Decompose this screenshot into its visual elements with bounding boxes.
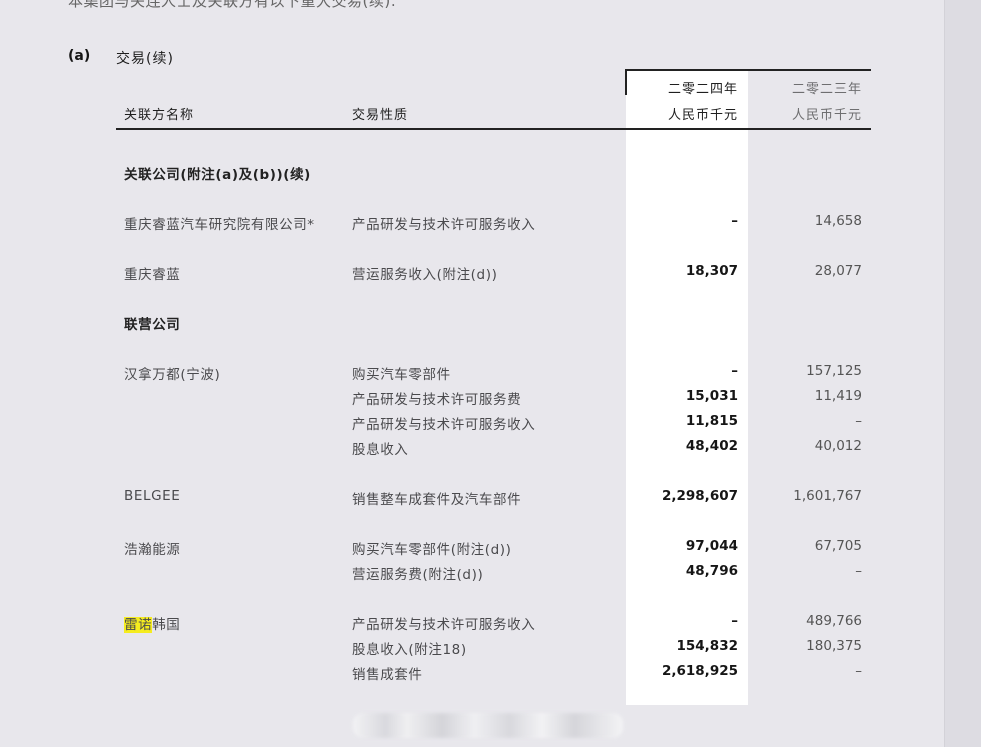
amount-2023: 1,601,767: [793, 488, 862, 504]
amount-2024: 97,044: [685, 538, 738, 554]
party-name-rest: 韩国: [152, 617, 181, 633]
amount-2024: –: [731, 613, 738, 629]
page-edge-shadow: [944, 0, 981, 747]
section-title: 交易(续): [116, 51, 174, 67]
amount-2024: 15,031: [685, 388, 738, 404]
party-name: 重庆睿蓝汽车研究院有限公司*: [124, 217, 315, 233]
header-frame-left-rule: [625, 69, 627, 95]
party-name: 重庆睿蓝: [124, 267, 181, 283]
party-name: 浩瀚能源: [124, 542, 181, 558]
party-name: 汉拿万都(宁波): [124, 367, 221, 383]
amount-2023: –: [855, 563, 862, 579]
document-page: 本集团与关连人士及关联方有以下重大交易(续): (a) 交易(续) 关联方名称 …: [0, 0, 944, 747]
amount-2023: 157,125: [806, 363, 862, 379]
transaction-nature: 股息收入: [352, 442, 409, 458]
transaction-nature: 产品研发与技术许可服务费: [352, 392, 522, 408]
amount-2023: 14,658: [814, 213, 862, 229]
column-header-previous-unit: 人民币千元: [791, 108, 862, 123]
transaction-nature: 销售整车成套件及汽车部件: [352, 492, 522, 508]
transaction-nature: 销售成套件: [352, 667, 423, 683]
party-name: BELGEE: [124, 488, 181, 504]
amount-2023: –: [855, 663, 862, 679]
highlighted-text: 雷诺: [124, 617, 153, 633]
transaction-nature: 产品研发与技术许可服务收入: [352, 417, 536, 433]
header-frame-top-rule: [626, 69, 871, 71]
column-header-current-unit: 人民币千元: [667, 108, 738, 123]
amount-2023: 40,012: [814, 438, 862, 454]
group-heading-associates: 联营公司: [124, 317, 181, 333]
amount-2024: 154,832: [676, 638, 739, 654]
amount-2024: 48,402: [685, 438, 738, 454]
transaction-nature: 购买汽车零部件(附注(d)): [352, 542, 512, 558]
amount-2023: 489,766: [806, 613, 862, 629]
amount-2024: 18,307: [685, 263, 738, 279]
amount-2024: 2,618,925: [661, 663, 738, 679]
blurred-footer-mark: [353, 713, 623, 738]
amount-2023: 28,077: [814, 263, 862, 279]
section-id: (a): [68, 48, 91, 64]
amount-2023: 180,375: [806, 638, 862, 654]
column-header-nature: 交易性质: [352, 108, 409, 123]
transaction-nature: 产品研发与技术许可服务收入: [352, 217, 536, 233]
amount-2023: 11,419: [814, 388, 862, 404]
column-header-party: 关联方名称: [124, 108, 195, 123]
group-heading-related-companies: 关联公司(附注(a)及(b))(续): [124, 167, 311, 183]
column-header-current-year: 二零二四年: [667, 82, 738, 97]
transaction-nature: 营运服务费(附注(d)): [352, 567, 484, 583]
transaction-nature: 股息收入(附注18): [352, 642, 467, 658]
amount-2024: 48,796: [685, 563, 738, 579]
header-rule: [116, 128, 871, 130]
amount-2023: 67,705: [814, 538, 862, 554]
party-name: 雷诺韩国: [124, 613, 180, 633]
transaction-nature: 产品研发与技术许可服务收入: [352, 617, 536, 633]
amount-2024: –: [731, 363, 738, 379]
amount-2023: –: [855, 413, 862, 429]
column-header-previous-year: 二零二三年: [791, 82, 862, 97]
transaction-nature: 营运服务收入(附注(d)): [352, 267, 498, 283]
amount-2024: 2,298,607: [661, 488, 738, 504]
amount-2024: –: [731, 213, 738, 229]
intro-line: 本集团与关连人士及关联方有以下重大交易(续):: [68, 0, 397, 10]
transaction-nature: 购买汽车零部件: [352, 367, 451, 383]
amount-2024: 11,815: [685, 413, 738, 429]
